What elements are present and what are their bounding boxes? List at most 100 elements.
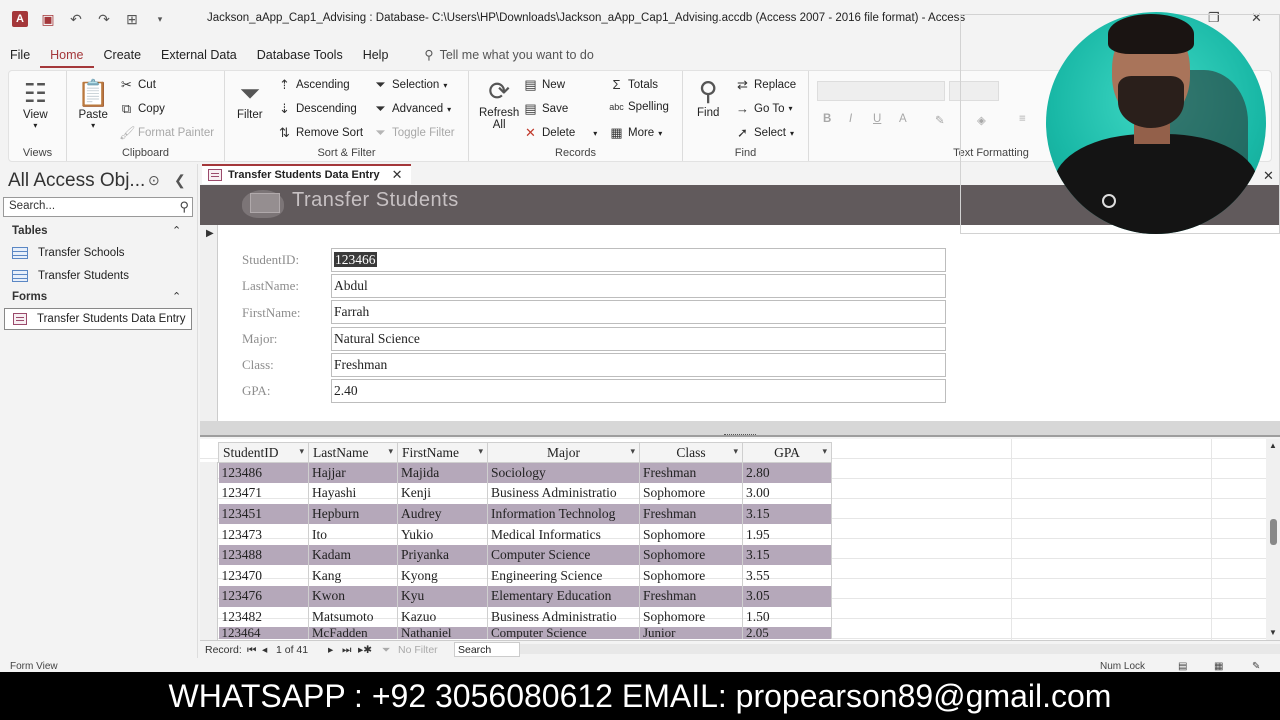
cell-class[interactable]: Sophomore bbox=[639, 606, 743, 628]
cell-lastname[interactable]: Hepburn bbox=[308, 503, 398, 525]
tab-transfer-students-data-entry[interactable]: Transfer Students Data Entry ✕ bbox=[202, 164, 411, 184]
gpa-field[interactable]: 2.40 bbox=[331, 379, 946, 403]
advanced-button[interactable]: ⏷ Advanced ▾ bbox=[373, 101, 451, 117]
new-record-button[interactable]: ▤ New bbox=[523, 77, 565, 93]
cell-firstname[interactable]: Kyong bbox=[397, 565, 488, 587]
column-header-class[interactable]: Class ▾ bbox=[639, 442, 743, 463]
cell-lastname[interactable]: Ito bbox=[308, 524, 398, 545]
dropdown-arrow-icon[interactable]: ▾ bbox=[388, 446, 393, 457]
copy-button[interactable]: ⧉ Copy bbox=[119, 101, 165, 117]
table-row[interactable]: 123476 Kwon Kyu Elementary Education Freshma… bbox=[218, 586, 832, 607]
datasheet-view-icon[interactable]: ▦ bbox=[1214, 661, 1223, 672]
cell-gpa[interactable]: 3.15 bbox=[742, 503, 832, 525]
cell-gpa[interactable]: 3.00 bbox=[742, 483, 832, 504]
design-view-icon[interactable]: ✎ bbox=[1252, 661, 1260, 672]
customize-toolbar-icon[interactable]: ▾ bbox=[152, 11, 168, 27]
cell-gpa[interactable]: 3.55 bbox=[742, 565, 832, 587]
dropdown-arrow-icon[interactable]: ▾ bbox=[478, 446, 483, 457]
cell-gpa[interactable]: 2.80 bbox=[742, 462, 832, 484]
redo-icon[interactable]: ↷ bbox=[96, 11, 112, 27]
nav-pane-title[interactable]: All Access Obj... bbox=[8, 170, 145, 192]
menu-home[interactable]: Home bbox=[40, 44, 94, 68]
dropdown-arrow-icon[interactable]: ▾ bbox=[733, 446, 738, 457]
record-selector[interactable]: ▶ bbox=[200, 225, 218, 421]
nav-item-transfer-schools[interactable]: Transfer Schools bbox=[12, 247, 125, 259]
no-filter-label[interactable]: No Filter bbox=[398, 644, 438, 656]
cell-major[interactable]: Medical Informatics bbox=[487, 524, 640, 545]
tell-me-search[interactable]: ⚲ Tell me what you want to do bbox=[414, 44, 603, 68]
save-icon[interactable]: ▣ bbox=[40, 11, 56, 27]
dropdown-arrow-icon[interactable]: ▾ bbox=[299, 446, 304, 457]
table-row[interactable]: 123451 Hepburn Audrey Information Technolog… bbox=[218, 503, 832, 525]
nav-section-forms[interactable]: Forms ⌃ bbox=[12, 291, 192, 303]
cell-major[interactable]: Engineering Science bbox=[487, 565, 640, 587]
table-row[interactable]: 123464 McFadden Nathaniel Computer Science J… bbox=[218, 627, 832, 640]
previous-record-icon[interactable]: ◂ bbox=[262, 644, 267, 656]
last-record-icon[interactable]: ⏭ bbox=[342, 644, 351, 657]
horizontal-scrollbar[interactable] bbox=[520, 644, 1280, 654]
search-icon[interactable]: ⚲ bbox=[179, 199, 189, 215]
cell-studentid[interactable]: 123471 bbox=[218, 483, 309, 504]
nav-search-input[interactable]: Search... ⚲ bbox=[3, 197, 193, 217]
cell-class[interactable]: Junior bbox=[639, 627, 743, 640]
cell-class[interactable]: Freshman bbox=[639, 462, 743, 484]
cell-lastname[interactable]: McFadden bbox=[308, 627, 398, 640]
cell-firstname[interactable]: Audrey bbox=[397, 503, 488, 525]
cell-studentid[interactable]: 123476 bbox=[218, 586, 309, 607]
table-row[interactable]: 123482 Matsumoto Kazuo Business Administrat… bbox=[218, 606, 832, 628]
column-header-gpa[interactable]: GPA ▾ bbox=[742, 442, 832, 463]
cell-lastname[interactable]: Kwon bbox=[308, 586, 398, 607]
filter-status-icon[interactable]: ⏷ bbox=[382, 644, 390, 657]
font-name-select[interactable] bbox=[817, 81, 945, 101]
cell-class[interactable]: Freshman bbox=[639, 586, 743, 607]
cell-studentid[interactable]: 123451 bbox=[218, 503, 309, 525]
firstname-field[interactable]: Farrah bbox=[331, 300, 946, 324]
select-button[interactable]: ➚ Select ▾ bbox=[735, 125, 794, 141]
paste-button[interactable]: 📋 Paste ▾ bbox=[77, 77, 109, 130]
record-search-input[interactable]: Search bbox=[454, 642, 520, 657]
table-row[interactable]: 123488 Kadam Priyanka Computer Science Sopho… bbox=[218, 544, 832, 566]
cell-studentid[interactable]: 123482 bbox=[218, 606, 309, 628]
lastname-field[interactable]: Abdul bbox=[331, 274, 946, 298]
cell-major[interactable]: Computer Science bbox=[487, 627, 640, 640]
close-pane-icon[interactable]: ✕ bbox=[1263, 168, 1274, 184]
undo-icon[interactable]: ↶ bbox=[68, 11, 84, 27]
goto-button[interactable]: → Go To ▾ bbox=[735, 101, 793, 116]
close-tab-icon[interactable]: ✕ bbox=[392, 167, 403, 183]
record-position-input[interactable]: 1 of 41 bbox=[276, 644, 308, 656]
selection-button[interactable]: ⏷ Selection ▾ bbox=[373, 77, 447, 93]
cell-firstname[interactable]: Kenji bbox=[397, 483, 488, 504]
menu-database-tools[interactable]: Database Tools bbox=[247, 44, 353, 68]
cell-lastname[interactable]: Kadam bbox=[308, 544, 398, 566]
split-form-divider[interactable] bbox=[200, 421, 1280, 437]
nav-options-icon[interactable]: ⊙ bbox=[148, 172, 160, 189]
nav-section-tables[interactable]: Tables ⌃ bbox=[12, 225, 192, 237]
cell-firstname[interactable]: Nathaniel bbox=[397, 627, 488, 640]
cell-studentid[interactable]: 123488 bbox=[218, 544, 309, 566]
format-painter-button[interactable]: 🖌 Format Painter bbox=[119, 125, 214, 141]
cell-major[interactable]: Sociology bbox=[487, 462, 640, 484]
highlight-button[interactable]: ✎ bbox=[935, 113, 945, 127]
cell-major[interactable]: Business Administratio bbox=[487, 483, 640, 504]
cell-gpa[interactable]: 3.05 bbox=[742, 586, 832, 607]
spelling-button[interactable]: abc Spelling bbox=[609, 101, 669, 113]
cell-lastname[interactable]: Kang bbox=[308, 565, 398, 587]
column-header-lastname[interactable]: LastName ▾ bbox=[308, 442, 398, 463]
more-button[interactable]: ▦ More ▾ bbox=[609, 125, 662, 141]
cell-studentid[interactable]: 123470 bbox=[218, 565, 309, 587]
dropdown-arrow-icon[interactable]: ▾ bbox=[630, 446, 635, 457]
find-button[interactable]: ⚲ Find bbox=[697, 75, 719, 119]
cell-firstname[interactable]: Yukio bbox=[397, 524, 488, 545]
cell-class[interactable]: Sophomore bbox=[639, 544, 743, 566]
cell-major[interactable]: Elementary Education bbox=[487, 586, 640, 607]
table-row[interactable]: 123473 Ito Yukio Medical Informatics Sophomo… bbox=[218, 524, 832, 545]
cell-firstname[interactable]: Kyu bbox=[397, 586, 488, 607]
first-record-icon[interactable]: ⏮ bbox=[247, 644, 256, 657]
splitter-grip[interactable] bbox=[724, 434, 756, 437]
cell-gpa[interactable]: 2.05 bbox=[742, 627, 832, 640]
collapse-pane-icon[interactable]: ❮ bbox=[174, 172, 186, 189]
replace-button[interactable]: ⇄ Replace bbox=[735, 77, 796, 93]
cell-class[interactable]: Sophomore bbox=[639, 524, 743, 545]
table-row[interactable]: 123470 Kang Kyong Engineering Science Sophom… bbox=[218, 565, 832, 587]
cell-major[interactable]: Business Administratio bbox=[487, 606, 640, 628]
